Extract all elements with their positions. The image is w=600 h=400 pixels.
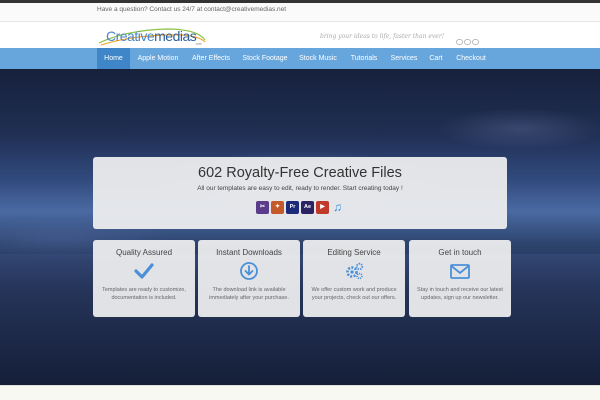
espn-icon <box>456 39 463 45</box>
tv-icon <box>464 39 471 45</box>
card-title: Instant Downloads <box>216 248 282 257</box>
banner-title: 602 Royalty-Free Creative Files <box>198 165 402 181</box>
app-icons: ✂ ✦ Pr Ae ▶ ♫ <box>256 201 346 217</box>
main-nav: Home Apple Motion After Effects Stock Fo… <box>0 48 600 69</box>
checkmark-icon <box>134 263 154 279</box>
logo[interactable]: Creativemedias .net <box>97 26 207 46</box>
bottom-strip <box>0 385 600 400</box>
nav-tutorials[interactable]: Tutorials <box>344 48 384 69</box>
nav-cart[interactable]: Cart <box>424 48 448 69</box>
logo-text: Creativemedias <box>106 28 197 44</box>
card-title: Get in touch <box>438 248 482 257</box>
nav-services[interactable]: Services <box>386 48 422 69</box>
card-title: Editing Service <box>327 248 381 257</box>
nav-home[interactable]: Home <box>97 48 130 69</box>
card-editing: Editing Service We offer custom work and… <box>303 240 405 317</box>
card-quality: Quality Assured Templates are ready to c… <box>93 240 195 317</box>
card-title: Quality Assured <box>115 248 173 257</box>
card-text: The download link is available immediate… <box>209 287 289 301</box>
nav-stock-footage[interactable]: Stock Footage <box>238 48 292 69</box>
nav-checkout[interactable]: Checkout <box>450 48 492 69</box>
cbs-icon <box>472 39 479 45</box>
card-text: We offer custom work and produce your pr… <box>311 287 397 301</box>
download-icon <box>240 262 258 280</box>
final-cut-icon[interactable]: ✂ <box>256 201 269 214</box>
logo-domain: .net <box>195 41 202 46</box>
gears-icon <box>346 262 364 280</box>
nav-apple-motion[interactable]: Apple Motion <box>132 48 184 69</box>
card-downloads: Instant Downloads The download link is a… <box>198 240 300 317</box>
hero-banner: 602 Royalty-Free Creative Files All our … <box>93 157 507 229</box>
site-header: Creativemedias .net bring your ideas to … <box>0 22 600 48</box>
premiere-icon[interactable]: Pr <box>286 201 299 214</box>
contact-text: Have a question? Contact us 24/7 at cont… <box>97 6 287 13</box>
tagline: bring your ideas to life, faster than ev… <box>320 33 445 40</box>
card-text: Stay in touch and receive our latest upd… <box>417 287 503 301</box>
brand-icons <box>456 32 480 45</box>
top-bar: Have a question? Contact us 24/7 at cont… <box>0 0 600 22</box>
banner-subtitle: All our templates are easy to edit, read… <box>197 185 403 192</box>
card-text: Templates are ready to customize, docume… <box>102 287 186 301</box>
motion-icon[interactable]: ✦ <box>271 201 284 214</box>
after-effects-icon[interactable]: Ae <box>301 201 314 214</box>
nav-after-effects[interactable]: After Effects <box>186 48 236 69</box>
nav-stock-music[interactable]: Stock Music <box>294 48 342 69</box>
video-icon[interactable]: ▶ <box>316 201 329 214</box>
card-contact: Get in touch Stay in touch and receive o… <box>409 240 511 317</box>
music-icon[interactable]: ♫ <box>331 201 344 214</box>
envelope-icon <box>450 264 470 279</box>
